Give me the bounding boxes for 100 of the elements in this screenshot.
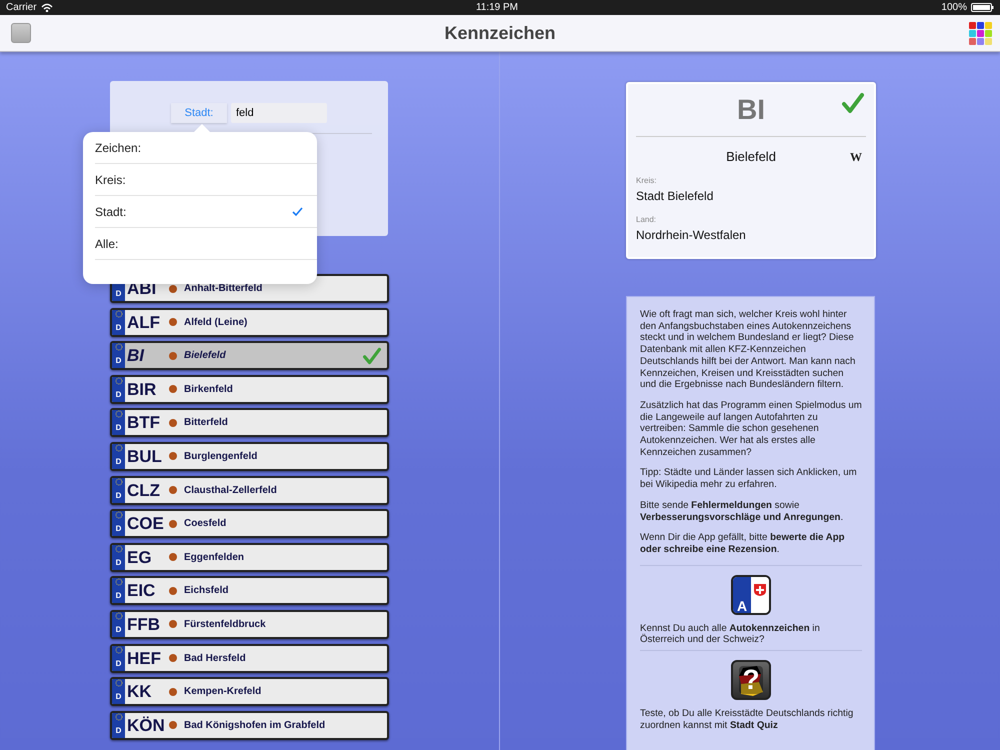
wikipedia-link[interactable]: W xyxy=(850,148,862,166)
carrier-label: Carrier xyxy=(6,1,37,15)
eu-stars-icon xyxy=(114,310,122,318)
dot-icon xyxy=(169,620,177,628)
dot-icon xyxy=(169,284,177,292)
country-code: D xyxy=(116,355,122,368)
plate-name: Birkenfeld xyxy=(184,382,234,397)
plate-name: Clausthal-Zellerfeld xyxy=(184,484,278,498)
plate-name: Eichsfeld xyxy=(184,584,230,598)
dot-icon xyxy=(169,352,177,360)
state-link[interactable]: Nordrhein-Westfalen xyxy=(636,226,866,244)
dot-icon xyxy=(169,418,177,427)
eu-stars-icon xyxy=(114,478,122,486)
country-code: D xyxy=(116,590,122,602)
plate-name: Coesfeld xyxy=(184,517,228,532)
country-code: D xyxy=(116,624,122,636)
plate-code: COE xyxy=(127,515,165,532)
eu-stars-icon xyxy=(114,612,122,620)
menu-item[interactable]: Kreis: xyxy=(95,164,317,196)
menu-item[interactable]: Zeichen: xyxy=(95,132,317,164)
dot-icon xyxy=(169,553,177,562)
country-code: D xyxy=(116,288,122,300)
plate-code: CLZ xyxy=(127,482,162,499)
dot-icon xyxy=(169,318,177,326)
country-code: D xyxy=(116,724,122,737)
menu-item[interactable]: Alle: xyxy=(95,228,317,260)
plate-name: Anhalt-Bitterfeld xyxy=(184,282,264,296)
plate-name: Bitterfeld xyxy=(184,416,229,430)
country-code: D xyxy=(116,422,122,434)
info-paragraph: Bitte sende Fehlermeldungen sowie Verbesserungsvorschläge und Anregungen. xyxy=(640,500,844,524)
eu-stars-icon xyxy=(114,343,122,352)
plate-name: Kempen-Krefeld xyxy=(184,685,262,700)
country-code: D xyxy=(116,556,122,569)
plate-row[interactable]: D COE Coesfeld xyxy=(110,509,389,538)
plate-row[interactable]: D EG Eggenfelden xyxy=(110,542,389,572)
plate-row[interactable]: D EIC Eichsfeld xyxy=(110,576,389,606)
eu-stars-icon xyxy=(114,578,122,586)
info-paragraph: Wenn Dir die App gefällt, bitte bewerte die App oder schreibe eine Rezension. xyxy=(640,532,846,556)
plate-code: EIC xyxy=(127,582,156,600)
plate-code: BUL xyxy=(127,448,163,465)
plate-row[interactable]: D BIR Birkenfeld xyxy=(110,374,389,404)
dot-icon xyxy=(169,688,177,696)
country-code: D xyxy=(116,322,122,334)
eu-stars-icon xyxy=(114,679,122,688)
nav-title: Kennzeichen xyxy=(444,22,556,44)
plate-code: HEF xyxy=(127,650,162,667)
color-grid-icon[interactable] xyxy=(969,22,992,44)
dot-icon xyxy=(169,452,177,460)
plate-code: KK xyxy=(127,683,153,700)
plate-row[interactable]: D KK Kempen-Krefeld xyxy=(110,677,389,706)
dot-icon xyxy=(169,520,177,528)
battery-icon xyxy=(970,3,994,12)
dot-icon xyxy=(169,385,177,394)
country-code: D xyxy=(116,658,122,670)
plate-row[interactable]: D CLZ Clausthal-Zellerfeld xyxy=(110,476,389,505)
promo-text: Kennst Du auch alle Autokennzeichen in Österreich und der Schweiz? xyxy=(640,622,821,646)
eu-stars-icon xyxy=(114,712,122,721)
plate-row[interactable]: D FFB Fürstenfeldbruck xyxy=(110,610,389,639)
eu-stars-icon xyxy=(114,511,122,520)
country-code: D xyxy=(116,691,122,704)
plate-name: Fürstenfeldbruck xyxy=(184,618,267,632)
dot-icon xyxy=(169,586,177,595)
plate-name: Eggenfelden xyxy=(184,550,246,565)
plate-name: Bad Hersfeld xyxy=(184,652,247,666)
plate-code: BIR xyxy=(127,380,158,398)
plate-row[interactable]: D KÖN Bad Königshofen im Grabfeld xyxy=(110,710,389,740)
plate-code: BI xyxy=(127,347,146,364)
eu-stars-icon xyxy=(114,410,122,418)
plate-row[interactable]: D ALF Alfeld (Leine) xyxy=(110,308,389,337)
promo-text: Teste, ob Du alle Kreisstädte Deutschlands richtig zuordnen kannst mit Stadt Quiz xyxy=(640,708,854,732)
country-code: D xyxy=(116,523,122,536)
plate-row[interactable]: D HEF Bad Hersfeld xyxy=(110,644,389,673)
field-label: Kreis: xyxy=(636,174,658,186)
country-code: D xyxy=(116,388,122,401)
plate-name: Burglengenfeld xyxy=(184,450,258,464)
plate-code: BI xyxy=(737,93,765,127)
eu-stars-icon xyxy=(114,544,122,553)
info-paragraph: Tipp: Städte und Länder lassen sich Anklicken, um bei Wikipedia mehr zu erfahren. xyxy=(640,467,858,491)
plate-row[interactable]: D BI Bielefeld xyxy=(110,341,389,370)
plate-row[interactable]: D BUL Burglengenfeld xyxy=(110,442,389,471)
city-link[interactable]: Bielefeld xyxy=(726,147,776,166)
country-code: D xyxy=(116,456,122,468)
district-value: Stadt Bielefeld xyxy=(636,188,714,204)
eu-stars-icon xyxy=(114,646,122,654)
battery-percent: 100% xyxy=(941,1,967,15)
plate-code: KÖN xyxy=(127,716,166,734)
plate-code: BTF xyxy=(127,414,162,432)
info-paragraph: Zusätzlich hat das Programm einen Spielmodus um die Langeweile auf langen Autofahrten zu vertreiben: Sammle die schon gesehenen Autokennzeichen. Wer hat als erstes alle Kennzeichen zusammen? xyxy=(640,400,862,458)
plate-code: EG xyxy=(127,548,153,566)
plate-app-icon[interactable]: A xyxy=(731,574,771,615)
plate-row[interactable]: D BTF Bitterfeld xyxy=(110,408,389,438)
plate-name: Bielefeld xyxy=(184,349,227,364)
plate-code: ALF xyxy=(127,314,162,331)
field-label: Land: xyxy=(636,214,658,226)
dot-icon xyxy=(169,486,177,494)
country-code: D xyxy=(116,490,122,502)
menu-item[interactable]: Stadt: xyxy=(95,196,317,228)
info-paragraph: Wie oft fragt man sich, welcher Kreis wohl hinter den Anfangsbuchstaben eines Autokennzeichens steckt und in welchem Bundesland er liegt? Diese Datenbank mit allen KFZ-Kennzeichen Deutschlands hilft bei der Antwort. Man kann nach Kennzeichen, Kreisen und Kreisstädten suchen und die Ergebnisse nach Bundesländern filtern. xyxy=(640,309,856,391)
search-field[interactable]: feld xyxy=(231,103,327,123)
plate-name: Alfeld (Leine) xyxy=(184,316,248,330)
